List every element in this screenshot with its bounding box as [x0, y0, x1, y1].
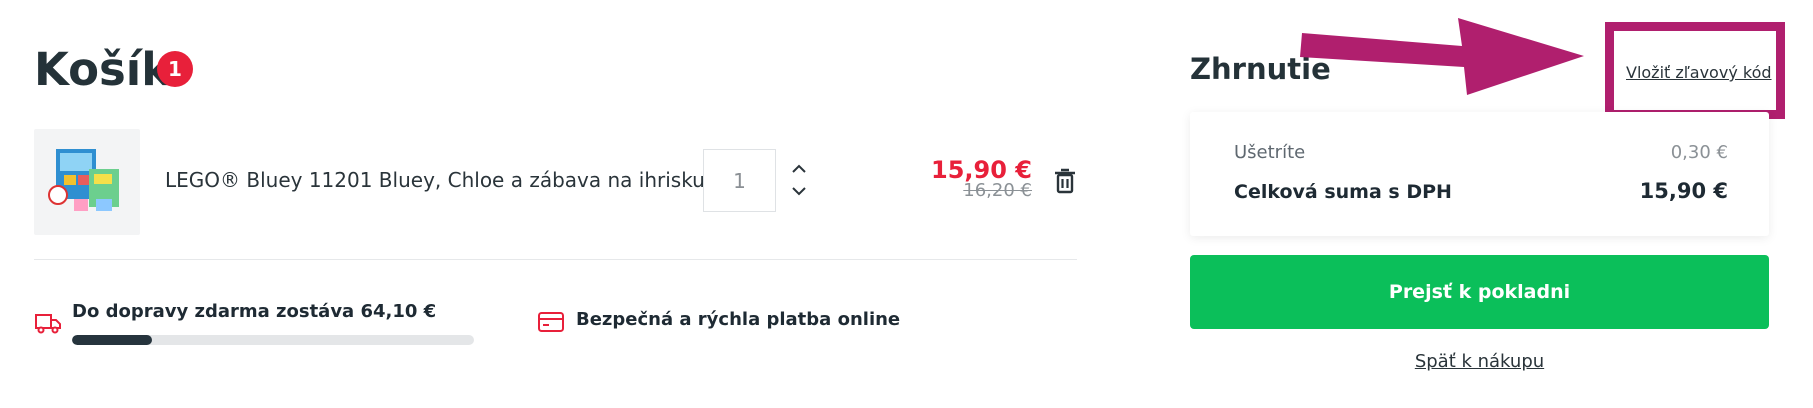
free-shipping-progress-fill: [72, 335, 153, 345]
product-image-graphic: [48, 149, 119, 211]
savings-value: 0,30 €: [1670, 142, 1728, 163]
product-name[interactable]: LEGO® Bluey 11201 Bluey, Chloe a zábava …: [165, 168, 705, 192]
total-value: 15,90 €: [1639, 179, 1728, 203]
free-shipping-text: Do dopravy zdarma zostáva 64,10 €: [72, 301, 437, 322]
cart-count-badge: 1: [157, 51, 193, 87]
quantity-input[interactable]: 1: [703, 149, 776, 212]
chevron-up-icon: [792, 164, 806, 173]
savings-label: Ušetríte: [1234, 142, 1306, 163]
voucher-code-link[interactable]: Vložiť zľavový kód: [1626, 63, 1772, 82]
product-image[interactable]: [34, 129, 140, 235]
divider: [34, 259, 1077, 260]
remove-item-button[interactable]: [1053, 168, 1077, 194]
quantity-increase-button[interactable]: [788, 157, 810, 179]
annotation-arrow-icon: [1300, 18, 1584, 95]
product-old-price: 16,20 €: [963, 180, 1032, 201]
quantity-decrease-button[interactable]: [788, 180, 810, 202]
free-shipping-progress: [72, 335, 474, 345]
back-to-shopping-link[interactable]: Späť k nákupu: [1190, 351, 1769, 372]
checkout-button[interactable]: Prejsť k pokladni: [1190, 255, 1769, 329]
chevron-down-icon: [792, 186, 806, 195]
trash-icon: [1055, 168, 1075, 194]
total-label: Celková suma s DPH: [1234, 181, 1452, 203]
secure-payment-text: Bezpečná a rýchla platba online: [576, 309, 901, 330]
truck-icon: [34, 311, 62, 335]
cart-title: Košík: [34, 43, 172, 96]
credit-card-icon: [537, 311, 565, 333]
summary-card: [1190, 112, 1769, 236]
